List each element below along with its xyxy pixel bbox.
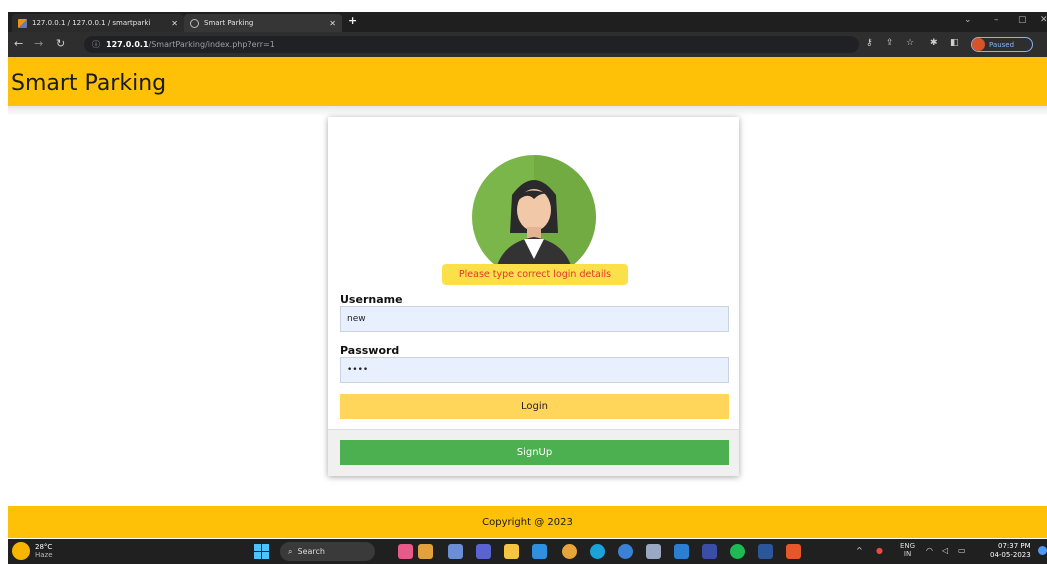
profile-label: Paused: [989, 40, 1015, 49]
spotify-icon[interactable]: [730, 544, 745, 559]
reload-icon[interactable]: ↻: [56, 37, 65, 50]
windows-taskbar: 28°C Haze ⌕ Search ^ ● ENG IN ◠ ◁ ▭ 07:3…: [8, 539, 1047, 564]
weather-temp: 28°C: [35, 543, 53, 551]
weather-desc: Haze: [35, 551, 53, 559]
browser-toolbar: ← → ↻ ⓘ 127.0.0.1 /SmartParking/index.ph…: [8, 32, 1047, 57]
tab-label: Smart Parking: [204, 19, 254, 27]
share-icon[interactable]: ⇪: [886, 38, 894, 48]
search-label: Search: [297, 547, 325, 556]
system-clock[interactable]: 07:37 PM 04-05-2023: [990, 542, 1031, 560]
tab-label: 127.0.0.1 / 127.0.0.1 / smartparki: [32, 19, 151, 27]
tab-phpmyadmin[interactable]: 127.0.0.1 / 127.0.0.1 / smartparki ✕: [12, 14, 184, 32]
extensions-icon[interactable]: ✱: [930, 38, 938, 48]
app-icon[interactable]: [418, 544, 433, 559]
word-icon[interactable]: [758, 544, 773, 559]
chrome-icon[interactable]: [562, 544, 577, 559]
language-indicator[interactable]: ENG IN: [900, 542, 915, 558]
battery-icon[interactable]: ▭: [958, 546, 966, 555]
screen: 127.0.0.1 / 127.0.0.1 / smartparki ✕ Sma…: [8, 0, 1047, 564]
site-header: Smart Parking: [8, 57, 1047, 106]
phpmyadmin-icon: [18, 18, 27, 28]
info-icon[interactable]: ⓘ: [92, 39, 100, 50]
clock-date: 04-05-2023: [990, 551, 1031, 559]
avatar: [972, 38, 985, 51]
app-icon[interactable]: [646, 544, 661, 559]
app-icon[interactable]: [702, 544, 717, 559]
weather-icon: [12, 542, 30, 560]
store-icon[interactable]: [532, 544, 547, 559]
user-avatar-icon: [472, 155, 596, 279]
forward-arrow-icon[interactable]: →: [34, 37, 43, 50]
taskbar-search[interactable]: ⌕ Search: [280, 542, 375, 561]
windows-start-icon[interactable]: [254, 544, 269, 559]
app-icon[interactable]: [786, 544, 801, 559]
signup-button[interactable]: SignUp: [340, 440, 729, 465]
app-icon[interactable]: [618, 544, 633, 559]
wifi-icon[interactable]: ◠: [926, 546, 933, 555]
task-view-icon[interactable]: [448, 544, 463, 559]
password-input[interactable]: ••••: [340, 357, 729, 383]
password-label: Password: [340, 344, 400, 357]
back-arrow-icon[interactable]: ←: [14, 37, 23, 50]
error-message: Please type correct login details: [442, 264, 628, 285]
close-tab-icon[interactable]: ✕: [329, 19, 336, 28]
login-button[interactable]: Login: [340, 394, 729, 419]
side-panel-icon[interactable]: ◧: [950, 38, 959, 48]
language-top: ENG: [900, 542, 916, 550]
volume-icon[interactable]: ◁: [942, 546, 948, 555]
teams-icon[interactable]: [476, 544, 491, 559]
minimize-icon[interactable]: –: [994, 15, 999, 25]
key-icon[interactable]: ⚷: [866, 38, 873, 48]
username-input[interactable]: new: [340, 306, 729, 332]
site-title: Smart Parking: [11, 71, 167, 96]
notification-icon[interactable]: [1038, 546, 1047, 555]
globe-icon: [190, 18, 199, 28]
close-window-icon[interactable]: ✕: [1040, 15, 1047, 25]
clock-time: 07:37 PM: [998, 542, 1031, 550]
close-tab-icon[interactable]: ✕: [171, 19, 178, 28]
tab-smart-parking[interactable]: Smart Parking ✕: [184, 14, 342, 32]
chevron-up-icon[interactable]: ^: [856, 546, 863, 555]
star-icon[interactable]: ☆: [906, 38, 914, 48]
file-explorer-icon[interactable]: [504, 544, 519, 559]
new-tab-button[interactable]: +: [348, 14, 357, 27]
weather-widget[interactable]: 28°C Haze: [12, 542, 53, 560]
url-host: 127.0.0.1: [106, 40, 149, 49]
tray-app-icon[interactable]: ●: [876, 546, 883, 555]
copyright-text: Copyright @ 2023: [482, 516, 573, 528]
site-footer: Copyright @ 2023: [8, 506, 1047, 538]
url-path: /SmartParking/index.php?err=1: [148, 40, 275, 49]
login-card: Please type correct login details Userna…: [328, 117, 739, 476]
username-label: Username: [340, 293, 403, 306]
edge-icon[interactable]: [590, 544, 605, 559]
chevron-down-icon[interactable]: ⌄: [964, 15, 972, 25]
widgets-icon[interactable]: [398, 544, 413, 559]
vscode-icon[interactable]: [674, 544, 689, 559]
card-footer: SignUp: [328, 429, 739, 476]
browser-tab-strip: 127.0.0.1 / 127.0.0.1 / smartparki ✕ Sma…: [8, 12, 1047, 32]
restore-icon[interactable]: ▢: [1018, 15, 1027, 25]
language-bottom: IN: [903, 550, 912, 558]
search-icon: ⌕: [288, 546, 293, 556]
header-shadow: [8, 106, 1047, 116]
profile-button[interactable]: Paused: [971, 37, 1033, 52]
address-bar[interactable]: ⓘ 127.0.0.1 /SmartParking/index.php?err=…: [84, 36, 859, 53]
